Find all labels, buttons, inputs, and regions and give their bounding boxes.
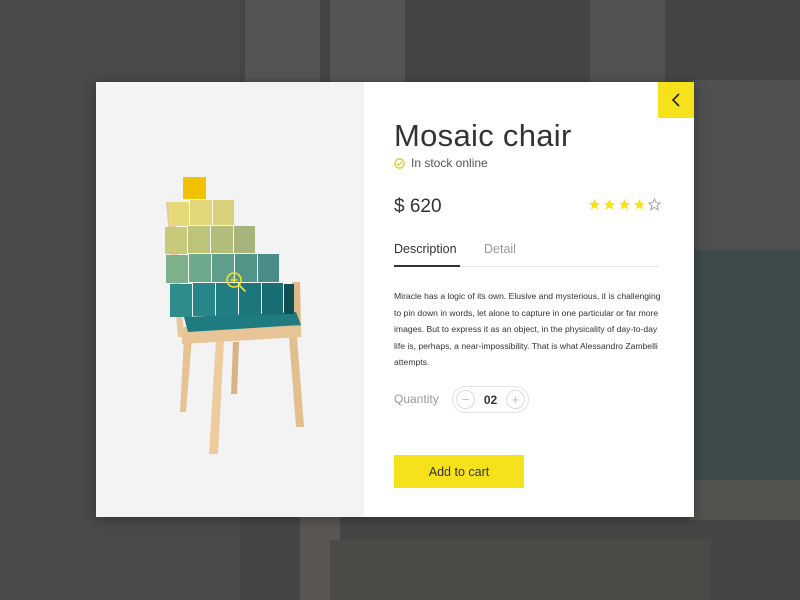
quantity-label: Quantity: [394, 392, 439, 406]
tab-detail[interactable]: Detail: [484, 242, 516, 267]
increment-button[interactable]: +: [505, 390, 525, 409]
product-title: Mosaic chair: [394, 118, 572, 153]
tab-description[interactable]: Description: [394, 242, 460, 267]
product-description: Miracle has a logic of its own. Elusive …: [394, 291, 661, 367]
chair-image: [165, 177, 304, 454]
product-details: Mosaic chair In stock online $ 620 Descr…: [364, 82, 694, 517]
star-icon: [603, 198, 616, 210]
product-price: $ 620: [394, 196, 442, 217]
quantity-value[interactable]: 02: [484, 393, 497, 407]
star-icon: [618, 198, 631, 210]
product-modal: Mosaic chair In stock online $ 620 Descr…: [96, 82, 694, 517]
tile: [183, 177, 206, 199]
zoom-in-icon[interactable]: [225, 271, 247, 293]
rating-stars: [588, 198, 661, 211]
tab-bar: Description Detail: [394, 242, 658, 267]
star-icon: [633, 198, 646, 210]
star-outline-icon: [648, 198, 661, 211]
quantity-stepper[interactable]: − 02 +: [452, 386, 529, 413]
add-to-cart-button[interactable]: Add to cart: [394, 455, 524, 488]
product-image-panel: [96, 82, 364, 517]
decrement-button[interactable]: −: [456, 390, 475, 409]
star-icon: [588, 198, 601, 210]
stock-status-text: In stock online: [411, 156, 488, 170]
check-circle-icon: [394, 157, 405, 169]
stock-status: In stock online: [394, 156, 488, 170]
